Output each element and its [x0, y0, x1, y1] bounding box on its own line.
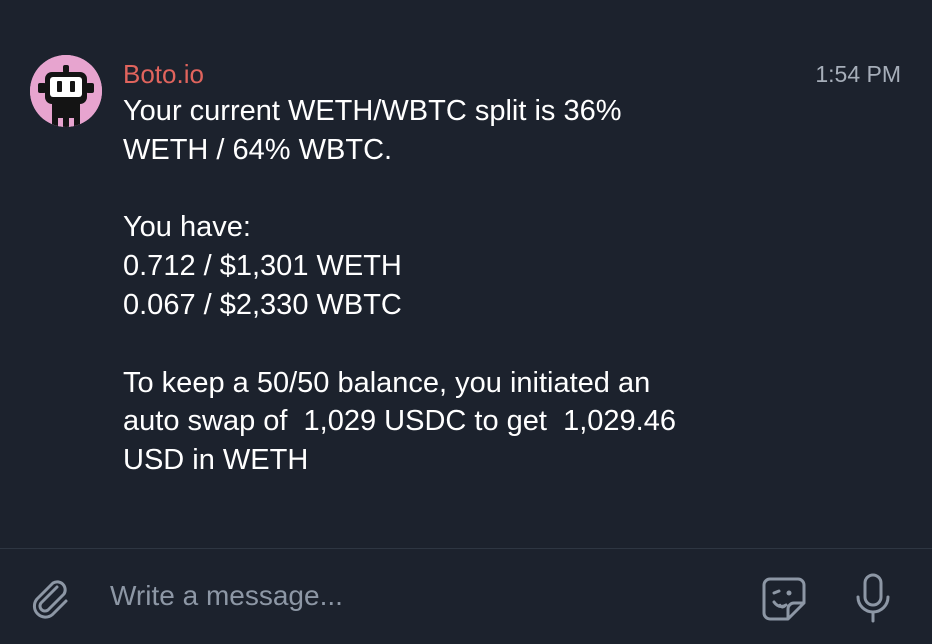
message-line: auto swap of 1,029 USDC to get 1,029.46	[123, 405, 676, 438]
microphone-button[interactable]	[852, 571, 894, 625]
message-line: USD in WETH	[123, 444, 309, 477]
message-line: 0.712 / $1,301 WETH	[123, 250, 402, 283]
sticker-button[interactable]	[758, 573, 810, 625]
message-item: Boto.io 1:54 PM Your current WETH/WBTC s…	[0, 0, 932, 548]
message-line: WETH / 64% WBTC.	[123, 133, 393, 166]
microphone-icon	[856, 573, 890, 623]
sticker-icon	[762, 577, 806, 621]
avatar[interactable]	[30, 55, 102, 127]
message-line: To keep a 50/50 balance, you initiated a…	[123, 366, 651, 399]
message-line	[123, 170, 843, 209]
message-line: 0.067 / $2,330 WBTC	[123, 288, 402, 321]
message-line: You have:	[123, 211, 251, 244]
message-line: Your current WETH/WBTC split is 36%	[123, 95, 622, 127]
sender-name[interactable]: Boto.io	[123, 59, 204, 89]
message-timestamp: 1:54 PM	[815, 61, 901, 87]
message-input[interactable]	[110, 574, 710, 618]
message-line	[123, 325, 843, 364]
robot-icon	[30, 55, 102, 127]
message-composer	[0, 549, 932, 644]
message-text: Your current WETH/WBTC split is 36% WETH…	[123, 92, 843, 480]
paperclip-icon	[32, 580, 68, 619]
attach-button[interactable]	[26, 573, 74, 621]
chat-area: Boto.io 1:54 PM Your current WETH/WBTC s…	[0, 0, 932, 548]
